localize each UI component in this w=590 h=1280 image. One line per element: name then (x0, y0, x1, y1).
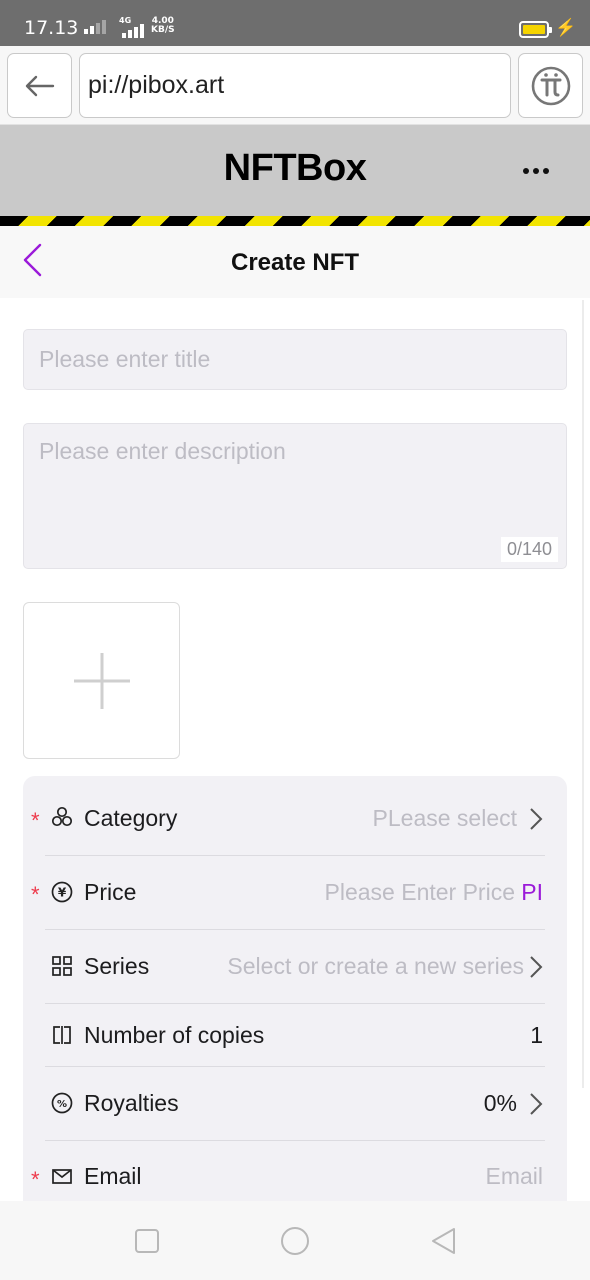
row-label: Price (84, 879, 137, 905)
pi-logo-icon (531, 66, 570, 105)
title-input[interactable] (23, 329, 567, 390)
copies-icon (51, 1024, 73, 1046)
page-header: Create NFT (0, 226, 590, 298)
grid-icon (51, 955, 73, 977)
row-label: Series (84, 953, 150, 979)
row-label: Royalties (84, 1090, 179, 1116)
url-text: pi://pibox.art (88, 71, 225, 99)
more-dots-icon[interactable] (523, 161, 553, 181)
chevron-right-icon (530, 956, 543, 978)
category-row[interactable]: * Category PLease select (23, 776, 567, 855)
price-row[interactable]: * ¥ Price Please Enter Price PI (23, 856, 567, 929)
required-mark: * (31, 808, 40, 833)
circle-icon[interactable] (279, 1225, 311, 1257)
status-bar: 17.13 4G 4.00 KB/S ⚡ (0, 0, 590, 46)
network-speed: 4.00 KB/S (151, 17, 175, 35)
royalties-value[interactable]: 0% (484, 1090, 517, 1117)
copies-value[interactable]: 1 (530, 1022, 543, 1049)
required-mark: * (31, 882, 40, 907)
pi-wallet-button[interactable] (518, 53, 583, 118)
percent-icon: % (51, 1092, 73, 1114)
status-time: 17.13 (24, 17, 79, 39)
upload-image-button[interactable] (23, 602, 180, 759)
row-label: Email (84, 1163, 142, 1189)
signal-strength-icon (84, 20, 106, 34)
email-input[interactable]: Email (485, 1163, 543, 1190)
yen-coin-icon: ¥ (51, 881, 73, 903)
description-counter: 0/140 (500, 537, 558, 562)
svg-text:%: % (57, 1099, 67, 1110)
browser-bar: pi://pibox.art (0, 46, 590, 125)
category-select[interactable]: PLease select (373, 805, 517, 832)
row-label: Number of copies (84, 1022, 265, 1048)
plus-icon (73, 652, 130, 709)
browser-back-button[interactable] (7, 53, 72, 118)
arrow-left-icon (25, 75, 54, 96)
system-nav-bar (0, 1201, 590, 1280)
category-icon (51, 806, 73, 828)
required-mark: * (31, 1167, 40, 1192)
series-select[interactable]: Select or create a new series (227, 953, 524, 980)
copies-row[interactable]: Number of copies 1 (23, 1004, 567, 1066)
battery-icon (519, 21, 552, 38)
app-header: NFTBox (0, 125, 590, 217)
nft-properties-form: * Category PLease select * ¥ Price Pleas… (23, 776, 567, 1206)
page-title: Create NFT (230, 249, 360, 276)
hazard-stripe (0, 216, 590, 226)
speed-unit: KB/S (151, 25, 175, 35)
chevron-right-icon (530, 808, 543, 830)
chevron-right-icon (530, 1093, 543, 1115)
royalties-row[interactable]: % Royalties 0% (23, 1067, 567, 1140)
signal-strength-icon-2 (122, 24, 144, 38)
charging-icon: ⚡ (555, 18, 577, 37)
scrollbar-track (582, 300, 584, 1088)
price-input[interactable]: Please Enter Price (325, 879, 515, 906)
price-unit: PI (521, 879, 543, 905)
email-icon (51, 1165, 73, 1187)
svg-text:¥: ¥ (58, 886, 67, 900)
series-row[interactable]: Series Select or create a new series (23, 930, 567, 1003)
triangle-back-icon[interactable] (427, 1225, 459, 1257)
square-icon[interactable] (131, 1225, 163, 1257)
row-label: Category (84, 805, 178, 831)
description-field: 0/140 (23, 423, 567, 569)
description-input[interactable] (24, 424, 566, 568)
url-field[interactable]: pi://pibox.art (79, 53, 511, 118)
app-title: NFTBox (223, 147, 367, 189)
